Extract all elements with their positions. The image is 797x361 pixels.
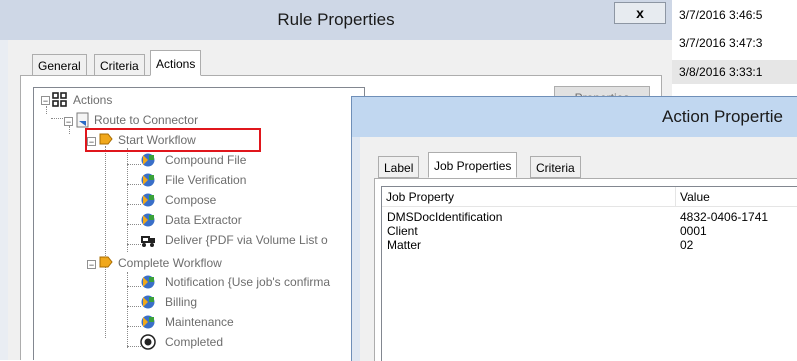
tab-criteria[interactable]: Criteria <box>94 54 145 76</box>
tab-label[interactable]: Label <box>378 156 420 178</box>
table-row-property[interactable]: DMSDocIdentification <box>387 210 502 224</box>
rule-properties-titlebar: Rule Properties x <box>0 0 672 40</box>
collapse-icon[interactable]: − <box>87 260 96 270</box>
collapse-icon[interactable]: − <box>41 96 50 106</box>
workflow-icon <box>99 256 113 268</box>
action-step-icon <box>141 275 155 289</box>
table-row-value[interactable]: 4832-0406-1741 <box>680 210 768 224</box>
delivery-truck-icon <box>141 236 155 247</box>
highlight-box <box>85 128 261 152</box>
tab-job-properties[interactable]: Job Properties <box>428 152 518 178</box>
tree-node-route-to-connector[interactable]: Route to Connector <box>94 113 198 127</box>
actions-root-icon <box>52 92 67 107</box>
tree-node-deliver[interactable]: Deliver {PDF via Volume List o <box>165 233 328 247</box>
background-date-list: 3/7/2016 3:46:5 3/7/2016 3:47:3 3/8/2016… <box>670 0 797 95</box>
tree-node-file-verification[interactable]: File Verification <box>165 173 246 187</box>
action-step-icon <box>141 315 155 329</box>
close-button[interactable]: x <box>614 2 666 24</box>
table-row-property[interactable]: Client <box>387 224 418 238</box>
tree-node-maintenance[interactable]: Maintenance <box>165 315 234 329</box>
column-header-job-property[interactable]: Job Property <box>382 187 676 207</box>
tree-node-complete-workflow[interactable]: Complete Workflow <box>118 256 222 270</box>
tab-criteria[interactable]: Criteria <box>530 156 581 178</box>
table-row-value[interactable]: 02 <box>680 238 693 252</box>
tree-node-actions[interactable]: Actions <box>73 93 112 107</box>
action-step-icon <box>141 213 155 227</box>
action-properties-titlebar: Action Propertie <box>352 97 797 137</box>
tree-node-compound-file[interactable]: Compound File <box>165 153 246 167</box>
tree-node-completed[interactable]: Completed <box>165 335 223 349</box>
list-item[interactable]: 3/7/2016 3:47:3 <box>679 36 797 50</box>
list-item[interactable]: 3/7/2016 3:46:5 <box>679 8 797 22</box>
tree-node-data-extractor[interactable]: Data Extractor <box>165 213 242 227</box>
table-row-property[interactable]: Matter <box>387 238 421 252</box>
action-properties-window: Action Propertie Label Job Properties Cr… <box>351 96 797 361</box>
job-properties-list: Job Property Value DMSDocIdentification … <box>381 186 797 361</box>
tree-node-notification[interactable]: Notification {Use job's confirma <box>165 275 330 289</box>
tab-actions[interactable]: Actions <box>150 50 202 76</box>
action-step-icon <box>141 173 155 187</box>
window-title: Rule Properties <box>277 10 395 29</box>
connector-icon <box>76 112 89 128</box>
tab-general[interactable]: General <box>32 54 87 76</box>
tree-node-compose[interactable]: Compose <box>165 193 216 207</box>
column-header-value[interactable]: Value <box>676 187 797 207</box>
table-row-value[interactable]: 0001 <box>680 224 707 238</box>
list-item-selected[interactable]: 3/8/2016 3:33:1 <box>671 60 797 84</box>
action-step-icon <box>141 193 155 207</box>
completed-icon <box>140 334 156 350</box>
window-title: Action Propertie <box>662 107 783 126</box>
tree-node-billing[interactable]: Billing <box>165 295 197 309</box>
collapse-icon[interactable]: − <box>64 117 73 127</box>
action-step-icon <box>141 153 155 167</box>
action-step-icon <box>141 295 155 309</box>
